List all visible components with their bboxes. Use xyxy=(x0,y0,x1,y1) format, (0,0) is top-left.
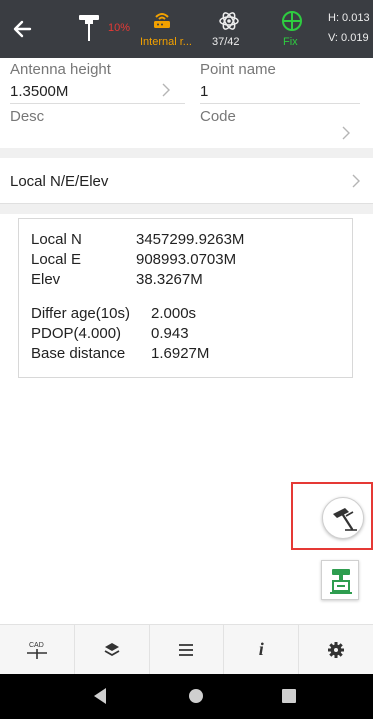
antenna-height-value: 1.3500M xyxy=(10,83,69,100)
chevron-right-icon xyxy=(342,126,350,140)
section-separator xyxy=(0,204,373,214)
coordinate-type-label: Local N/E/Elev xyxy=(10,173,109,190)
survey-pole-icon xyxy=(333,508,357,531)
readout-value: 3457299.9263M xyxy=(136,231,245,248)
battery-level: 10% xyxy=(108,22,131,34)
antenna-height-field[interactable]: Antenna height 1.3500M xyxy=(0,58,190,104)
satellite-icon[interactable] xyxy=(218,10,240,32)
readout-key: Differ age(10s) xyxy=(31,305,130,322)
settings-button[interactable] xyxy=(299,625,373,674)
gnss-receiver-icon[interactable] xyxy=(78,12,100,42)
code-field[interactable]: Code xyxy=(195,104,373,148)
vertical-accuracy: V: 0.019 xyxy=(328,32,369,44)
readout-row: PDOP(4.000) 0.943 xyxy=(31,325,189,342)
section-separator xyxy=(0,148,373,158)
nav-recents-icon[interactable] xyxy=(281,687,297,705)
point-name-label: Point name xyxy=(200,61,276,78)
readout-value: 0.943 xyxy=(151,325,189,342)
readout-row: Local E 908993.0703M xyxy=(31,251,236,268)
readout-value: 38.3267M xyxy=(136,271,203,288)
gear-icon xyxy=(328,641,345,658)
point-name-value: 1 xyxy=(200,83,209,100)
android-nav-bar xyxy=(0,674,373,719)
station-survey-button[interactable] xyxy=(321,560,359,600)
station-survey-icon xyxy=(330,569,352,594)
fix-status: Fix xyxy=(283,36,298,48)
readout-row: Differ age(10s) 2.000s xyxy=(31,305,196,322)
chevron-right-icon xyxy=(162,83,170,97)
coordinate-type-selector[interactable]: Local N/E/Elev xyxy=(0,158,373,204)
network-status: Internal r... xyxy=(140,36,192,48)
network-modem-icon[interactable] xyxy=(150,10,174,30)
point-name-field[interactable]: Point name 1 xyxy=(195,58,373,104)
arrow-left-icon xyxy=(13,20,32,38)
desc-label: Desc xyxy=(10,108,45,125)
horizontal-accuracy: H: 0.013 xyxy=(328,12,370,24)
readout-value: 908993.0703M xyxy=(136,251,237,268)
info-button[interactable]: i xyxy=(224,625,300,674)
layers-icon xyxy=(104,642,120,656)
readout-key: Local N xyxy=(31,231,82,248)
cad-label: CAD xyxy=(29,642,44,649)
antenna-height-label: Antenna height xyxy=(10,61,111,78)
readout-key: PDOP(4.000) xyxy=(31,325,122,342)
cad-button[interactable]: CAD xyxy=(0,625,75,674)
nav-back-icon[interactable] xyxy=(92,687,108,705)
cad-icon: CAD xyxy=(26,642,47,659)
layers-button[interactable] xyxy=(75,625,150,674)
back-button[interactable] xyxy=(8,14,38,44)
readout-key: Elev xyxy=(31,271,61,288)
crosshair-icon[interactable] xyxy=(281,10,303,32)
tilt-survey-button[interactable] xyxy=(322,497,364,539)
desc-field[interactable]: Desc xyxy=(0,104,190,148)
readout-key: Local E xyxy=(31,251,82,268)
chevron-right-icon xyxy=(352,174,360,188)
bottom-toolbar: CAD i xyxy=(0,624,373,674)
readout-row: Elev 38.3267M xyxy=(31,271,203,288)
nav-home-icon[interactable] xyxy=(187,687,205,705)
readout-row: Base distance 1.6927M xyxy=(31,345,209,362)
coordinate-readout-card: Local N 3457299.9263M Local E 908993.070… xyxy=(18,218,353,378)
menu-button[interactable] xyxy=(150,625,225,674)
readout-row: Local N 3457299.9263M xyxy=(31,231,244,248)
readout-value: 2.000s xyxy=(151,305,197,322)
readout-key: Base distance xyxy=(31,345,126,362)
satellite-count: 37/42 xyxy=(212,36,240,48)
status-bar: 10% Internal r... 37/42 Fix H: 0.013 V: … xyxy=(0,0,373,58)
code-label: Code xyxy=(200,108,236,125)
info-icon: i xyxy=(258,639,264,659)
point-info-form: Antenna height 1.3500M Point name 1 Desc… xyxy=(0,58,373,155)
readout-value: 1.6927M xyxy=(151,345,210,362)
menu-icon xyxy=(179,643,194,656)
